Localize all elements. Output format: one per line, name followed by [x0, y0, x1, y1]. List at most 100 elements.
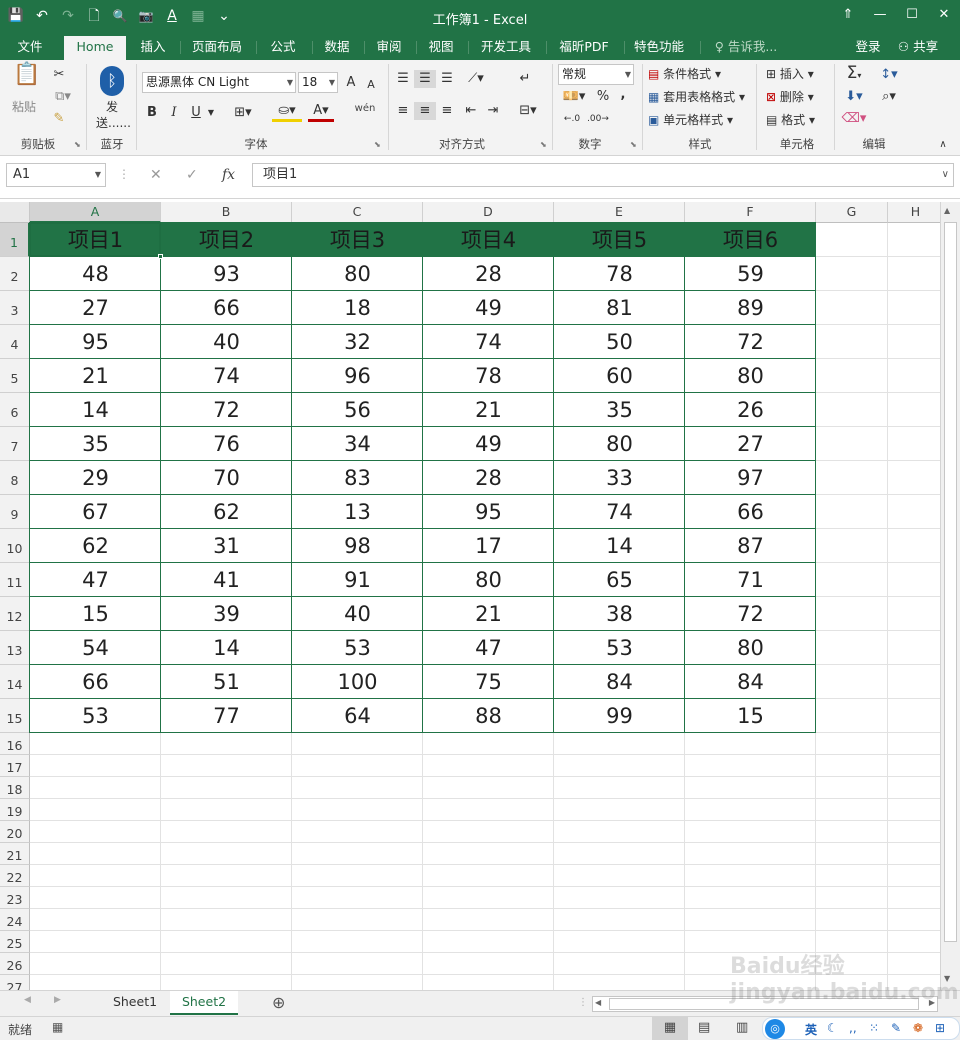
table-cell[interactable]: 49: [423, 427, 554, 461]
row-header-24[interactable]: 24: [0, 909, 30, 931]
table-cell[interactable]: 18: [292, 291, 423, 325]
table-cell[interactable]: 62: [161, 495, 292, 529]
table-cell[interactable]: 91: [292, 563, 423, 597]
row-header-18[interactable]: 18: [0, 777, 30, 799]
decrease-indent-icon[interactable]: ⇤: [462, 102, 480, 120]
expand-formula-icon[interactable]: ∨: [942, 164, 949, 186]
tab-page-layout[interactable]: 页面布局: [184, 34, 250, 60]
maximize-button[interactable]: ☐: [896, 0, 928, 32]
login-link[interactable]: 登录: [850, 34, 886, 60]
table-cell[interactable]: 76: [161, 427, 292, 461]
align-top-icon[interactable]: ☰: [394, 70, 412, 88]
row-header-13[interactable]: 13: [0, 631, 30, 665]
tab-home[interactable]: Home: [64, 36, 126, 60]
table-cell[interactable]: 80: [685, 359, 816, 393]
bold-button[interactable]: B: [144, 104, 160, 122]
column-header-c[interactable]: C: [292, 202, 423, 223]
font-color-icon[interactable]: A▾: [308, 102, 334, 122]
row-header-12[interactable]: 12: [0, 597, 30, 631]
format-cells-button[interactable]: ▤ 格式 ▾: [766, 111, 815, 129]
table-cell[interactable]: 17: [423, 529, 554, 563]
table-cell[interactable]: 65: [554, 563, 685, 597]
table-cell[interactable]: 87: [685, 529, 816, 563]
moon-icon[interactable]: ☾: [827, 1021, 838, 1035]
formula-input[interactable]: 项目1 ∨: [252, 163, 954, 187]
format-as-table-button[interactable]: ▦ 套用表格格式 ▾: [648, 88, 745, 106]
tab-review[interactable]: 审阅: [368, 34, 410, 60]
table-cell[interactable]: 98: [292, 529, 423, 563]
tab-formulas[interactable]: 公式: [260, 34, 306, 60]
tab-insert[interactable]: 插入: [132, 34, 174, 60]
underline-button[interactable]: U: [188, 104, 204, 122]
share-button[interactable]: ⚇ 共享: [892, 34, 944, 60]
header-cell[interactable]: 项目3: [292, 223, 423, 257]
align-left-icon[interactable]: ≡: [394, 102, 412, 120]
number-launcher-icon[interactable]: ⬊: [630, 140, 637, 149]
find-select-icon[interactable]: ⌕▾: [874, 88, 904, 106]
table-cell[interactable]: 14: [554, 529, 685, 563]
table-cell[interactable]: 53: [554, 631, 685, 665]
table-cell[interactable]: 95: [423, 495, 554, 529]
table-cell[interactable]: 93: [161, 257, 292, 291]
name-box[interactable]: A1 ▼: [6, 163, 106, 187]
table-cell[interactable]: 14: [161, 631, 292, 665]
header-cell[interactable]: 项目2: [161, 223, 292, 257]
table-cell[interactable]: 35: [30, 427, 161, 461]
column-header-f[interactable]: F: [685, 202, 816, 223]
table-cell[interactable]: 74: [554, 495, 685, 529]
table-cell[interactable]: 66: [685, 495, 816, 529]
row-header-1[interactable]: 1: [0, 223, 30, 257]
select-all-corner[interactable]: [0, 202, 30, 223]
fill-handle[interactable]: [158, 254, 163, 259]
macro-record-icon[interactable]: ▦: [52, 1020, 63, 1034]
border-icon[interactable]: ⊞▾: [230, 104, 256, 122]
row-header-19[interactable]: 19: [0, 799, 30, 821]
row-header-14[interactable]: 14: [0, 665, 30, 699]
percent-button[interactable]: %: [594, 88, 612, 106]
row-header-7[interactable]: 7: [0, 427, 30, 461]
row-header-20[interactable]: 20: [0, 821, 30, 843]
row-header-4[interactable]: 4: [0, 325, 30, 359]
header-cell[interactable]: 项目4: [423, 223, 554, 257]
align-right-icon[interactable]: ≡: [438, 102, 456, 120]
clipboard-launcher-icon[interactable]: ⬊: [74, 140, 81, 149]
tab-foxit-pdf[interactable]: 福昕PDF: [550, 34, 618, 60]
table-cell[interactable]: 49: [423, 291, 554, 325]
chevron-down-icon[interactable]: ▼: [95, 164, 101, 186]
hscroll-thumb[interactable]: [609, 998, 919, 1010]
conditional-format-button[interactable]: ▤ 条件格式 ▾: [648, 65, 721, 83]
font-size-select[interactable]: 18 ▼: [298, 72, 338, 93]
ime-language[interactable]: 英: [805, 1021, 817, 1038]
table-cell[interactable]: 13: [292, 495, 423, 529]
punctuation-icon[interactable]: ,,: [849, 1021, 857, 1035]
row-header-8[interactable]: 8: [0, 461, 30, 495]
selected-cell-a1[interactable]: [29, 222, 161, 257]
table-cell[interactable]: 56: [292, 393, 423, 427]
table-cell[interactable]: 80: [423, 563, 554, 597]
scroll-up-icon[interactable]: ▲: [944, 206, 950, 215]
row-header-10[interactable]: 10: [0, 529, 30, 563]
table-cell[interactable]: 27: [685, 427, 816, 461]
page-break-view-icon[interactable]: ▥: [736, 1020, 748, 1035]
table-cell[interactable]: 99: [554, 699, 685, 733]
table-cell[interactable]: 81: [554, 291, 685, 325]
ribbon-display-icon[interactable]: ⇑: [832, 0, 864, 32]
table-cell[interactable]: 41: [161, 563, 292, 597]
merge-center-icon[interactable]: ⊟▾: [514, 102, 542, 120]
tab-developer[interactable]: 开发工具: [472, 34, 540, 60]
table-cell[interactable]: 80: [292, 257, 423, 291]
insert-cells-button[interactable]: ⊞ 插入 ▾: [766, 65, 814, 83]
tell-me-search[interactable]: ♀ 告诉我...: [706, 34, 786, 60]
row-header-3[interactable]: 3: [0, 291, 30, 325]
wrap-text-icon[interactable]: ↵: [516, 70, 534, 88]
table-cell[interactable]: 74: [423, 325, 554, 359]
row-header-16[interactable]: 16: [0, 733, 30, 755]
table-cell[interactable]: 80: [685, 631, 816, 665]
increase-indent-icon[interactable]: ⇥: [484, 102, 502, 120]
minimize-button[interactable]: —: [864, 0, 896, 32]
clear-icon[interactable]: ⌫▾: [840, 110, 868, 128]
split-handle-icon[interactable]: ⋮: [578, 997, 588, 1008]
column-header-d[interactable]: D: [423, 202, 554, 223]
fill-icon[interactable]: ⬇▾: [840, 88, 868, 106]
align-center-icon[interactable]: ≡: [414, 102, 436, 120]
